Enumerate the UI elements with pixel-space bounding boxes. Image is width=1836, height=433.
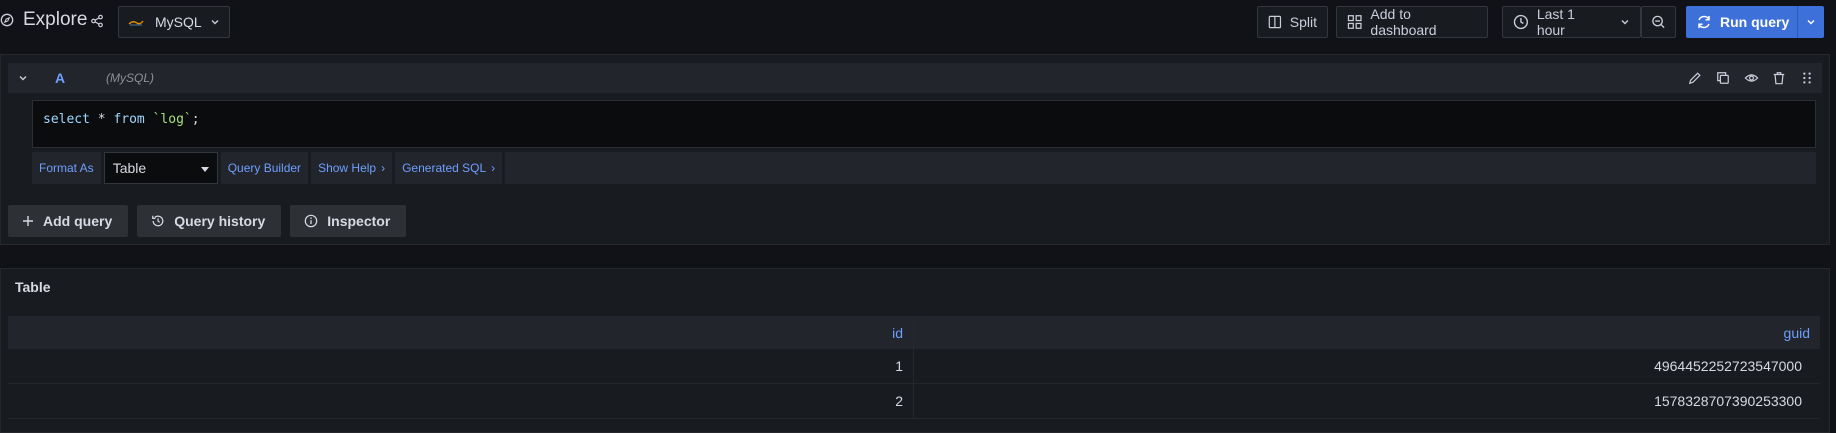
query-editor-panel: A (MySQL) select * from `log`; Format As… [0,54,1830,245]
zoom-out-button[interactable] [1641,6,1676,38]
generated-sql-button[interactable]: Generated SQL › [395,152,503,184]
inspector-button[interactable]: Inspector [290,205,407,237]
datasource-name: MySQL [155,14,202,30]
query-row-actions [1686,69,1816,87]
plus-icon [23,216,33,226]
column-header-guid[interactable]: guid [914,316,1820,349]
column-header-id[interactable]: id [8,316,914,349]
query-datasource-hint: (MySQL) [106,71,154,85]
drag-handle-icon[interactable] [1798,69,1816,87]
chevron-down-icon [1807,20,1815,25]
history-icon [152,215,164,227]
query-row-header: A (MySQL) [8,63,1822,93]
format-as-value: Table [112,160,147,176]
table-cell: 1 [8,349,914,383]
caret-down-icon [200,167,209,172]
sql-token: ; [191,112,200,127]
add-to-dashboard-label: Add to dashboard [1370,6,1437,38]
sql-keyword: select [43,112,90,127]
datasource-picker[interactable]: MySQL [118,6,230,38]
sql-identifier: `log` [144,112,192,127]
table-cell: 4964452252723547000 [1654,358,1802,374]
query-options-row: Format As Table Query Builder Show Help ›… [32,152,1816,184]
add-to-dashboard-button[interactable]: Add to dashboard [1336,6,1488,38]
apps-icon [1347,15,1362,29]
chevron-down-icon [211,20,219,25]
query-history-button[interactable]: Query history [137,205,282,237]
chevron-down-icon[interactable] [18,73,28,83]
query-builder-label: Query Builder [227,161,302,175]
query-builder-button[interactable]: Query Builder [220,152,309,184]
sql-keyword: from [113,112,145,127]
results-table-panel: Table id guid 1 4964452252723547000 2 15… [0,268,1830,433]
table-header-row: id guid [8,316,1820,349]
run-query-button[interactable]: Run query [1686,6,1824,38]
show-help-label: Show Help [318,161,377,175]
query-history-label: Query history [174,213,266,229]
copy-icon[interactable] [1714,69,1732,87]
format-as-label: Format As [32,152,101,184]
page-title: Explore [23,9,88,30]
mysql-logo-icon [128,20,144,26]
pencil-icon[interactable] [1686,69,1704,87]
query-actions-row: Add query Query history Inspector [8,205,407,237]
chevron-right-icon: › [491,161,496,175]
time-range-picker[interactable]: Last 1 hour [1502,6,1641,38]
info-circle-icon [304,214,318,228]
generated-sql-label: Generated SQL [402,161,487,175]
table-row: 1 4964452252723547000 [8,349,1820,384]
options-filler [505,152,1816,184]
time-range-label: Last 1 hour [1536,6,1575,38]
eye-icon[interactable] [1742,69,1760,87]
compass-icon [0,13,14,27]
run-query-label: Run query [1720,14,1790,30]
table-cell: 2 [8,384,914,418]
table-row: 2 1578328707390253300 [8,384,1820,419]
sql-code-editor[interactable]: select * from `log`; [32,100,1816,148]
panel-title: Table [15,279,51,295]
trash-icon[interactable] [1770,69,1788,87]
split-button[interactable]: Split [1257,6,1328,38]
add-query-label: Add query [43,213,113,229]
run-query-options[interactable] [1798,17,1824,27]
table-cell: 1578328707390253300 [1654,393,1802,409]
results-table: id guid 1 4964452252723547000 2 15783287… [8,316,1820,419]
split-label: Split [1289,14,1317,30]
query-ref-id[interactable]: A [55,70,65,86]
share-icon[interactable] [90,14,104,28]
format-as-select[interactable]: Table [103,152,218,184]
top-toolbar: Explore MySQL Split Add to dashboard Las… [0,0,1836,44]
refresh-icon [1698,15,1710,29]
chevron-right-icon: › [381,161,386,175]
split-icon [1268,15,1282,29]
sql-token: * [89,112,114,127]
add-query-button[interactable]: Add query [8,205,129,237]
zoom-out-icon [1652,15,1665,29]
chevron-down-icon [1621,20,1629,25]
run-query-main[interactable]: Run query [1686,6,1798,38]
show-help-button[interactable]: Show Help › [311,152,393,184]
clock-icon [1513,14,1529,30]
inspector-label: Inspector [327,213,391,229]
